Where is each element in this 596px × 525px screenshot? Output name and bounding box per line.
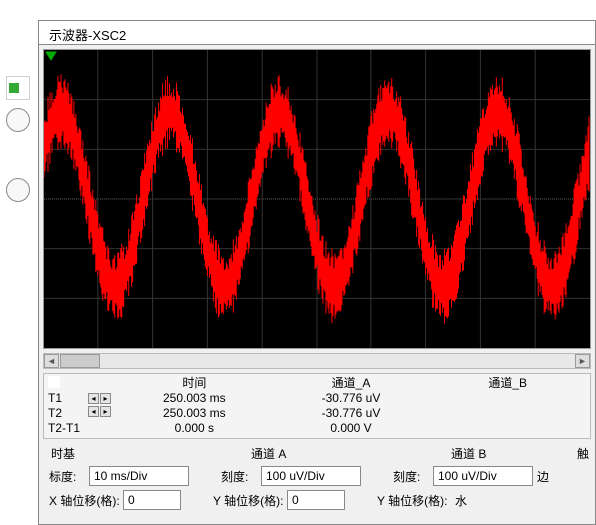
- oscilloscope-window: 示波器-XSC2 ◄: [38, 20, 596, 525]
- dt-chA: 0.000 V: [273, 421, 430, 436]
- t1-chA: -30.776 uV: [273, 391, 430, 406]
- label-t2: T2: [48, 406, 88, 421]
- channelA-header: 通道 A: [243, 445, 439, 462]
- col-chB-header: 通道_B: [429, 376, 586, 391]
- arrow-right-icon[interactable]: ▸: [100, 393, 111, 404]
- scroll-thumb[interactable]: [60, 354, 100, 368]
- tool-ac-source: [6, 108, 30, 132]
- chA-scale-label: 刻度:: [215, 468, 261, 485]
- timebase-scale-input[interactable]: [89, 466, 189, 486]
- tool-component: [6, 178, 30, 202]
- scroll-right-button[interactable]: ►: [575, 354, 590, 368]
- arrow-right-icon[interactable]: ▸: [100, 406, 111, 417]
- tool-scope-shape: [6, 76, 30, 100]
- t1-chB: [429, 391, 586, 406]
- window-title: 示波器-XSC2: [39, 21, 595, 45]
- chA-ypos-label: Y 轴位移(格):: [207, 492, 287, 509]
- edge-label-truncated: 边: [537, 468, 551, 485]
- t1-stepper[interactable]: ◂▸: [88, 393, 116, 404]
- timebase-header: 时基: [43, 445, 239, 462]
- cursor-row-labels: T1 T2 T2-T1: [48, 376, 88, 436]
- arrow-left-icon[interactable]: ◂: [88, 406, 99, 417]
- xpos-label: X 轴位移(格):: [43, 492, 123, 509]
- t1-time: 250.003 ms: [116, 391, 273, 406]
- t2-time: 250.003 ms: [116, 406, 273, 421]
- chB-scale-input[interactable]: [433, 466, 533, 486]
- col-chA-header: 通道_A: [273, 376, 430, 391]
- cursor-readout-panel: T1 T2 T2-T1 ◂▸ ◂▸ 时间 250.003 ms 250.003 …: [43, 373, 591, 439]
- col-time: 时间 250.003 ms 250.003 ms 0.000 s: [116, 376, 273, 436]
- dt-time: 0.000 s: [116, 421, 273, 436]
- scroll-left-button[interactable]: ◄: [44, 354, 59, 368]
- scope-svg: [44, 50, 590, 348]
- chA-scale-input[interactable]: [261, 466, 361, 486]
- scope-h-scrollbar[interactable]: ◄ ►: [43, 353, 591, 369]
- label-t1: T1: [48, 391, 88, 406]
- chB-ypos-label: Y 轴位移(格):: [371, 492, 451, 509]
- chB-scale-label: 刻度:: [387, 468, 433, 485]
- trigger-header-truncated: 触: [577, 445, 591, 462]
- col-chA: 通道_A -30.776 uV -30.776 uV 0.000 V: [273, 376, 430, 436]
- label-t2t1: T2-T1: [48, 421, 88, 436]
- timebase-scale-label: 标度:: [43, 468, 89, 485]
- checkmark-icon: [48, 376, 60, 388]
- arrow-left-icon[interactable]: ◂: [88, 393, 99, 404]
- canvas-left-tools: [0, 68, 36, 368]
- col-time-header: 时间: [116, 376, 273, 391]
- t2-stepper[interactable]: ◂▸: [88, 406, 116, 417]
- channelB-header: 通道 B: [443, 445, 573, 462]
- level-label-truncated: 水: [455, 492, 469, 509]
- xpos-input[interactable]: [123, 490, 181, 510]
- col-chB: 通道_B: [429, 376, 586, 436]
- chA-ypos-input[interactable]: [287, 490, 345, 510]
- t2-chA: -30.776 uV: [273, 406, 430, 421]
- dt-chB: [429, 421, 586, 436]
- scope-display[interactable]: [43, 49, 591, 349]
- control-panel: 时基 通道 A 通道 B 触 标度: 刻度: 刻度: 边 X 轴位移: [43, 445, 591, 510]
- t2-chB: [429, 406, 586, 421]
